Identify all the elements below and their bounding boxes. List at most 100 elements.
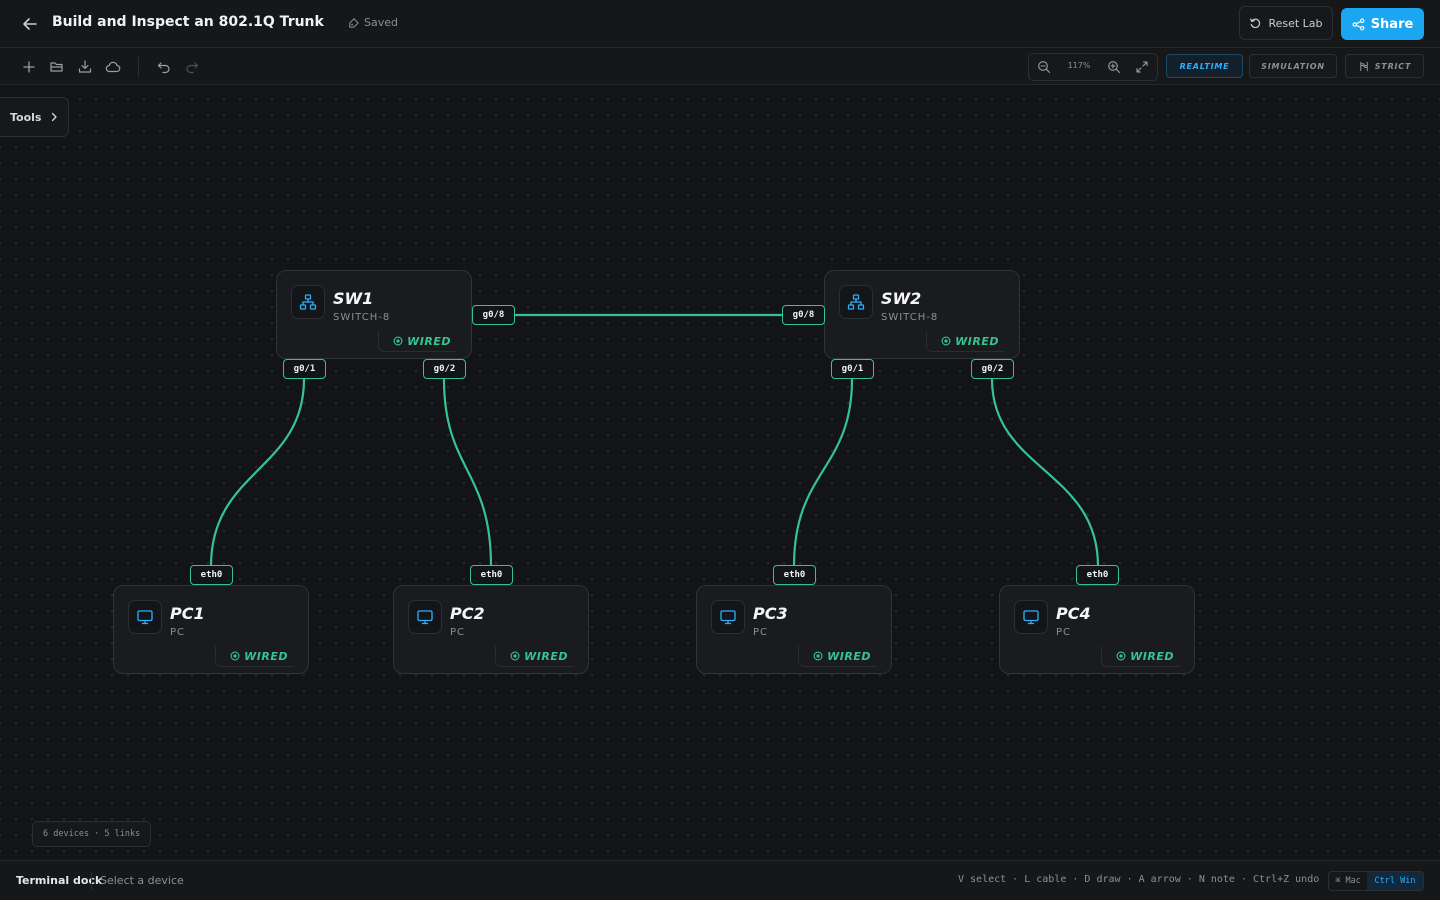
topology-canvas[interactable] — [0, 85, 1440, 860]
chevron-right-icon — [52, 112, 58, 122]
lab-title: Build and Inspect an 802.1Q Trunk — [52, 14, 324, 30]
folder-open-icon[interactable] — [49, 59, 65, 75]
device-name: PC3 — [753, 604, 788, 623]
device-name: SW1 — [333, 289, 374, 308]
os-mac-option[interactable]: ⌘ Mac — [1329, 872, 1367, 890]
device-status: WIRED — [926, 331, 1005, 352]
device-type: PC — [170, 627, 186, 638]
device-sw1[interactable]: SW1 SWITCH-8 WIRED — [276, 270, 472, 359]
cloud-icon[interactable] — [105, 59, 121, 75]
port-sw1-g0-2[interactable]: g0/2 — [423, 359, 466, 379]
device-type: SWITCH-8 — [333, 312, 391, 323]
device-status: WIRED — [215, 646, 294, 667]
network-switch-icon — [299, 294, 317, 310]
port-pc3-eth0[interactable]: eth0 — [773, 565, 816, 585]
device-type: PC — [450, 627, 466, 638]
device-pc3[interactable]: PC3 PC WIRED — [696, 585, 892, 674]
keyboard-shortcuts: V select · L cable · D draw · A arrow · … — [958, 874, 1320, 885]
status-dot-icon — [1116, 651, 1126, 661]
device-status: WIRED — [495, 646, 574, 667]
bottom-bar: Terminal dock Select a device V select ·… — [0, 860, 1440, 900]
reset-lab-button[interactable]: Reset Lab — [1239, 6, 1333, 40]
reset-lab-label: Reset Lab — [1268, 16, 1323, 30]
save-status: Saved — [347, 16, 398, 29]
monitor-icon — [137, 610, 153, 625]
device-sw1-icon-box — [291, 285, 325, 319]
zoom-level: 117% — [1067, 61, 1091, 70]
device-name: PC2 — [450, 604, 485, 623]
status-dot-icon — [510, 651, 520, 661]
zoom-out-icon[interactable] — [1037, 60, 1051, 74]
device-pc1[interactable]: PC1 PC WIRED — [113, 585, 309, 674]
mode-strict-button[interactable]: STRICT — [1345, 54, 1424, 78]
zoom-in-icon[interactable] — [1107, 60, 1121, 74]
share-label: Share — [1370, 16, 1414, 32]
mode-simulation-button[interactable]: SIMULATION — [1249, 54, 1337, 78]
tools-label: Tools — [10, 110, 42, 124]
network-switch-icon — [847, 294, 865, 310]
device-status: WIRED — [798, 646, 877, 667]
mode-realtime-button[interactable]: REALTIME — [1166, 54, 1243, 78]
toolbar-divider — [138, 57, 139, 77]
monitor-icon — [1023, 610, 1039, 625]
device-name: PC1 — [170, 604, 205, 623]
plus-icon[interactable] — [21, 59, 37, 75]
monitor-icon — [720, 610, 736, 625]
device-pc2-icon-box — [408, 600, 442, 634]
mode-strict-label: STRICT — [1374, 61, 1412, 71]
undo-icon[interactable] — [156, 59, 172, 75]
cloud-check-icon — [349, 18, 359, 28]
device-type: PC — [1056, 627, 1072, 638]
device-status: WIRED — [1101, 646, 1180, 667]
device-pc2[interactable]: PC2 PC WIRED — [393, 585, 589, 674]
device-sw2[interactable]: SW2 SWITCH-8 WIRED — [824, 270, 1020, 359]
device-pc3-icon-box — [711, 600, 745, 634]
device-name: SW2 — [881, 289, 922, 308]
status-dot-icon — [813, 651, 823, 661]
port-pc4-eth0[interactable]: eth0 — [1076, 565, 1119, 585]
mode-realtime-label: REALTIME — [1179, 61, 1230, 71]
port-pc2-eth0[interactable]: eth0 — [470, 565, 513, 585]
fit-to-screen-icon[interactable] — [1135, 60, 1149, 74]
redo-icon[interactable] — [184, 59, 200, 75]
status-dot-icon — [230, 651, 240, 661]
port-sw1-g0-1[interactable]: g0/1 — [283, 359, 326, 379]
device-type: SWITCH-8 — [881, 312, 939, 323]
toolbar: 117% REALTIME SIMULATION STRICT — [0, 49, 1440, 85]
share-button[interactable]: Share — [1341, 8, 1424, 40]
port-sw2-g0-8[interactable]: g0/8 — [782, 305, 825, 325]
zoom-controls: 117% — [1028, 53, 1158, 81]
save-status-label: Saved — [364, 16, 398, 29]
port-sw2-g0-1[interactable]: g0/1 — [831, 359, 874, 379]
terminal-dock-hint: Select a device — [100, 874, 184, 887]
device-status-label: WIRED — [524, 649, 568, 663]
monitor-icon — [417, 610, 433, 625]
device-pc1-icon-box — [128, 600, 162, 634]
download-icon[interactable] — [77, 59, 93, 75]
port-pc1-eth0[interactable]: eth0 — [190, 565, 233, 585]
os-shortcut-toggle: ⌘ Mac Ctrl Win — [1328, 871, 1424, 891]
device-type: PC — [753, 627, 769, 638]
tools-panel-toggle[interactable]: Tools — [0, 97, 69, 137]
device-name: PC4 — [1056, 604, 1091, 623]
top-bar: Build and Inspect an 802.1Q Trunk Saved … — [0, 0, 1440, 48]
port-sw2-g0-2[interactable]: g0/2 — [971, 359, 1014, 379]
back-arrow-icon[interactable] — [20, 14, 40, 34]
share-icon — [1352, 18, 1365, 30]
strict-mode-icon — [1360, 61, 1368, 71]
canvas-summary: 6 devices · 5 links — [32, 821, 152, 847]
device-status-label: WIRED — [407, 334, 451, 348]
terminal-dock-label[interactable]: Terminal dock — [16, 874, 102, 887]
device-status-label: WIRED — [244, 649, 288, 663]
status-dot-icon — [941, 336, 951, 346]
device-pc4[interactable]: PC4 PC WIRED — [999, 585, 1195, 674]
dock-divider — [91, 872, 92, 890]
device-pc4-icon-box — [1014, 600, 1048, 634]
mode-simulation-label: SIMULATION — [1261, 61, 1325, 71]
device-sw2-icon-box — [839, 285, 873, 319]
port-sw1-g0-8[interactable]: g0/8 — [472, 305, 515, 325]
device-status: WIRED — [378, 331, 457, 352]
os-win-option[interactable]: Ctrl Win — [1367, 872, 1423, 890]
status-dot-icon — [393, 336, 403, 346]
device-status-label: WIRED — [955, 334, 999, 348]
